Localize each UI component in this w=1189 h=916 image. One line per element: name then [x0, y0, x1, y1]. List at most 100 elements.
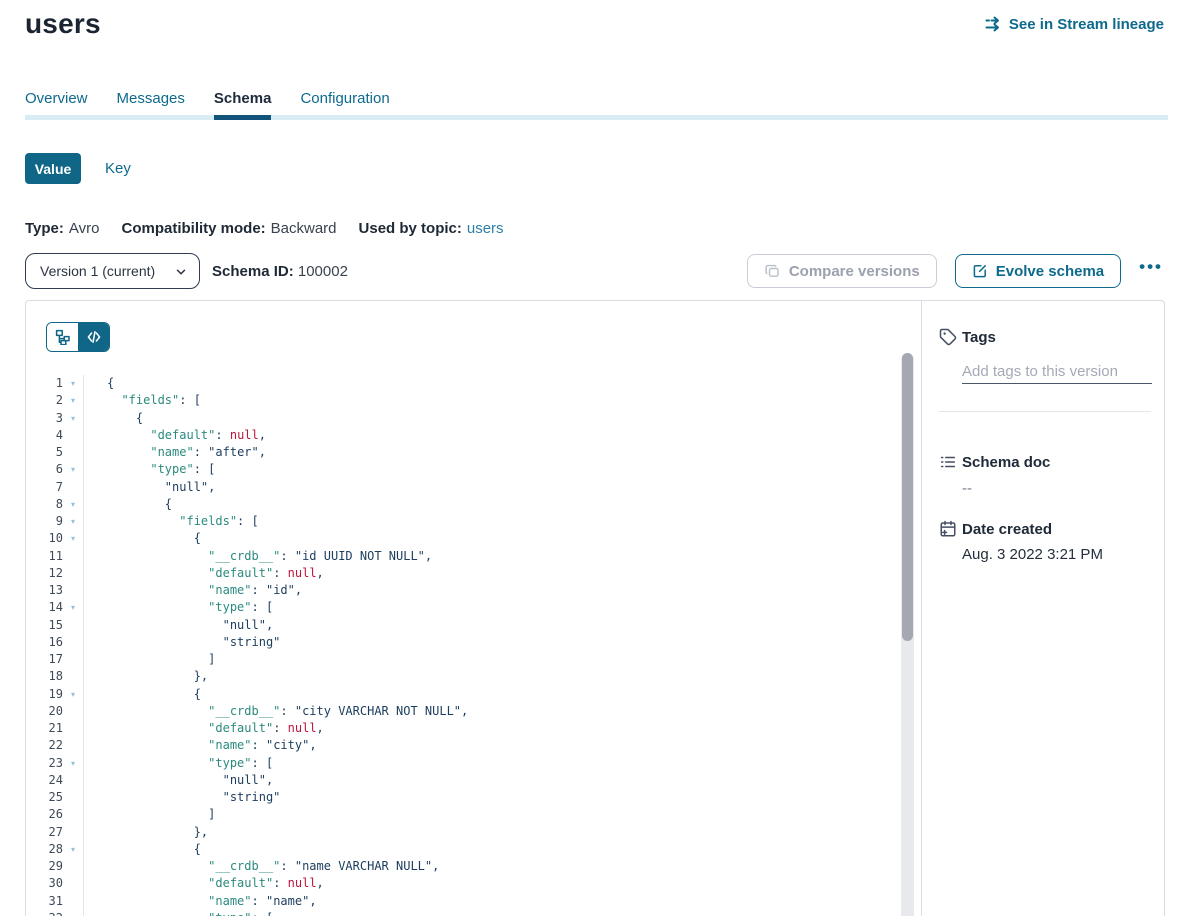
- code-line: 30 "default": null,: [26, 875, 896, 892]
- fold-toggle-icon[interactable]: ▾: [63, 410, 83, 427]
- line-number: 17: [26, 651, 63, 668]
- tab-configuration[interactable]: Configuration: [300, 90, 389, 117]
- fold-spacer: [63, 875, 83, 892]
- code-line: 12 "default": null,: [26, 565, 896, 582]
- stream-lineage-label: See in Stream lineage: [1009, 16, 1164, 33]
- active-tab-underline: [214, 115, 272, 120]
- tree-view-button[interactable]: [47, 323, 78, 351]
- version-select[interactable]: Version 1 (current): [25, 253, 200, 289]
- schema-doc-section-header: Schema doc: [939, 453, 1151, 471]
- fold-spacer: [63, 858, 83, 875]
- stream-lineage-link[interactable]: See in Stream lineage: [984, 15, 1164, 33]
- date-created-section-header: Date created: [939, 520, 1151, 538]
- code-line: 24 "null",: [26, 772, 896, 789]
- line-number: 19: [26, 686, 63, 703]
- type-label: Type:: [25, 220, 64, 237]
- schema-page: users See in Stream lineage Overview Mes…: [0, 0, 1189, 916]
- code-pane: 1▾{2▾ "fields": [3▾ {4 "default": null,5…: [26, 301, 921, 916]
- line-number: 30: [26, 875, 63, 892]
- value-key-toggle: Value Key: [25, 153, 131, 184]
- code-text: "fields": [: [83, 392, 896, 409]
- code-line: 6▾ "type": [: [26, 461, 896, 478]
- line-number: 28: [26, 841, 63, 858]
- evolve-schema-icon: [972, 263, 988, 279]
- code-line: 15 "null",: [26, 617, 896, 634]
- line-number: 29: [26, 858, 63, 875]
- code-line: 31 "name": "name",: [26, 893, 896, 910]
- code-text: {: [83, 496, 896, 513]
- fold-spacer: [63, 617, 83, 634]
- topic-link[interactable]: users: [467, 220, 504, 237]
- code-text: "name": "name",: [83, 893, 896, 910]
- fold-toggle-icon[interactable]: ▾: [63, 686, 83, 703]
- code-line: 5 "name": "after",: [26, 444, 896, 461]
- schema-doc-icon: [939, 453, 957, 471]
- editor-scrollbar-thumb[interactable]: [902, 353, 913, 641]
- fold-toggle-icon[interactable]: ▾: [63, 755, 83, 772]
- fold-toggle-icon[interactable]: ▾: [63, 496, 83, 513]
- schema-id-value: 100002: [298, 263, 348, 280]
- line-number: 3: [26, 410, 63, 427]
- fold-toggle-icon[interactable]: ▾: [63, 841, 83, 858]
- schema-sidebar: Tags Schema doc --: [921, 301, 1166, 916]
- code-text: "__crdb__": "id UUID NOT NULL",: [83, 548, 896, 565]
- fold-toggle-icon[interactable]: ▾: [63, 392, 83, 409]
- code-text: "fields": [: [83, 513, 896, 530]
- more-actions-button[interactable]: •••: [1139, 257, 1165, 285]
- key-toggle-button[interactable]: Key: [105, 160, 131, 177]
- version-actions: Compare versions Evolve schema •••: [747, 254, 1165, 288]
- fold-toggle-icon[interactable]: ▾: [63, 910, 83, 916]
- schema-id: Schema ID: 100002: [212, 263, 348, 280]
- fold-toggle-icon[interactable]: ▾: [63, 599, 83, 616]
- used-by-topic-label: Used by topic:: [359, 220, 462, 237]
- evolve-schema-button[interactable]: Evolve schema: [955, 254, 1121, 288]
- line-number: 4: [26, 427, 63, 444]
- compatibility-value: Backward: [271, 220, 337, 237]
- code-line: 26 ]: [26, 806, 896, 823]
- code-line: 8▾ {: [26, 496, 896, 513]
- tab-messages[interactable]: Messages: [117, 90, 185, 117]
- code-text: {: [83, 841, 896, 858]
- code-text: "default": null,: [83, 565, 896, 582]
- line-number: 6: [26, 461, 63, 478]
- compare-versions-button[interactable]: Compare versions: [747, 254, 937, 288]
- fold-toggle-icon[interactable]: ▾: [63, 530, 83, 547]
- tree-view-icon: [55, 329, 71, 345]
- line-number: 22: [26, 737, 63, 754]
- fold-spacer: [63, 582, 83, 599]
- chevron-down-icon: [174, 265, 188, 279]
- type-value: Avro: [69, 220, 100, 237]
- code-line: 11 "__crdb__": "id UUID NOT NULL",: [26, 548, 896, 565]
- code-text: "__crdb__": "city VARCHAR NOT NULL",: [83, 703, 896, 720]
- line-number: 8: [26, 496, 63, 513]
- fold-spacer: [63, 806, 83, 823]
- tab-overview[interactable]: Overview: [25, 90, 88, 117]
- tab-schema[interactable]: Schema: [214, 90, 272, 117]
- calendar-plus-icon: [939, 520, 957, 538]
- editor-scrollbar-track[interactable]: [901, 353, 914, 916]
- code-view-button[interactable]: [78, 323, 109, 351]
- code-line: 29 "__crdb__": "name VARCHAR NULL",: [26, 858, 896, 875]
- schema-doc-value: --: [962, 480, 1151, 497]
- tags-input[interactable]: [962, 363, 1152, 384]
- schema-doc-title: Schema doc: [962, 454, 1050, 471]
- code-text: "type": [: [83, 461, 896, 478]
- fold-spacer: [63, 565, 83, 582]
- code-text: },: [83, 668, 896, 685]
- code-lines: 1▾{2▾ "fields": [3▾ {4 "default": null,5…: [26, 375, 896, 916]
- fold-toggle-icon[interactable]: ▾: [63, 513, 83, 530]
- fold-toggle-icon[interactable]: ▾: [63, 375, 83, 392]
- code-text: "name": "after",: [83, 444, 896, 461]
- editor-view-toggle: [46, 322, 110, 352]
- code-line: 27 },: [26, 824, 896, 841]
- fold-toggle-icon[interactable]: ▾: [63, 461, 83, 478]
- code-line: 4 "default": null,: [26, 427, 896, 444]
- tab-bar: Overview Messages Schema Configuration: [25, 90, 390, 117]
- code-text: "default": null,: [83, 875, 896, 892]
- value-toggle-button[interactable]: Value: [25, 153, 81, 184]
- fold-spacer: [63, 444, 83, 461]
- code-text: "null",: [83, 479, 896, 496]
- line-number: 10: [26, 530, 63, 547]
- code-line: 3▾ {: [26, 410, 896, 427]
- schema-id-label: Schema ID:: [212, 263, 294, 280]
